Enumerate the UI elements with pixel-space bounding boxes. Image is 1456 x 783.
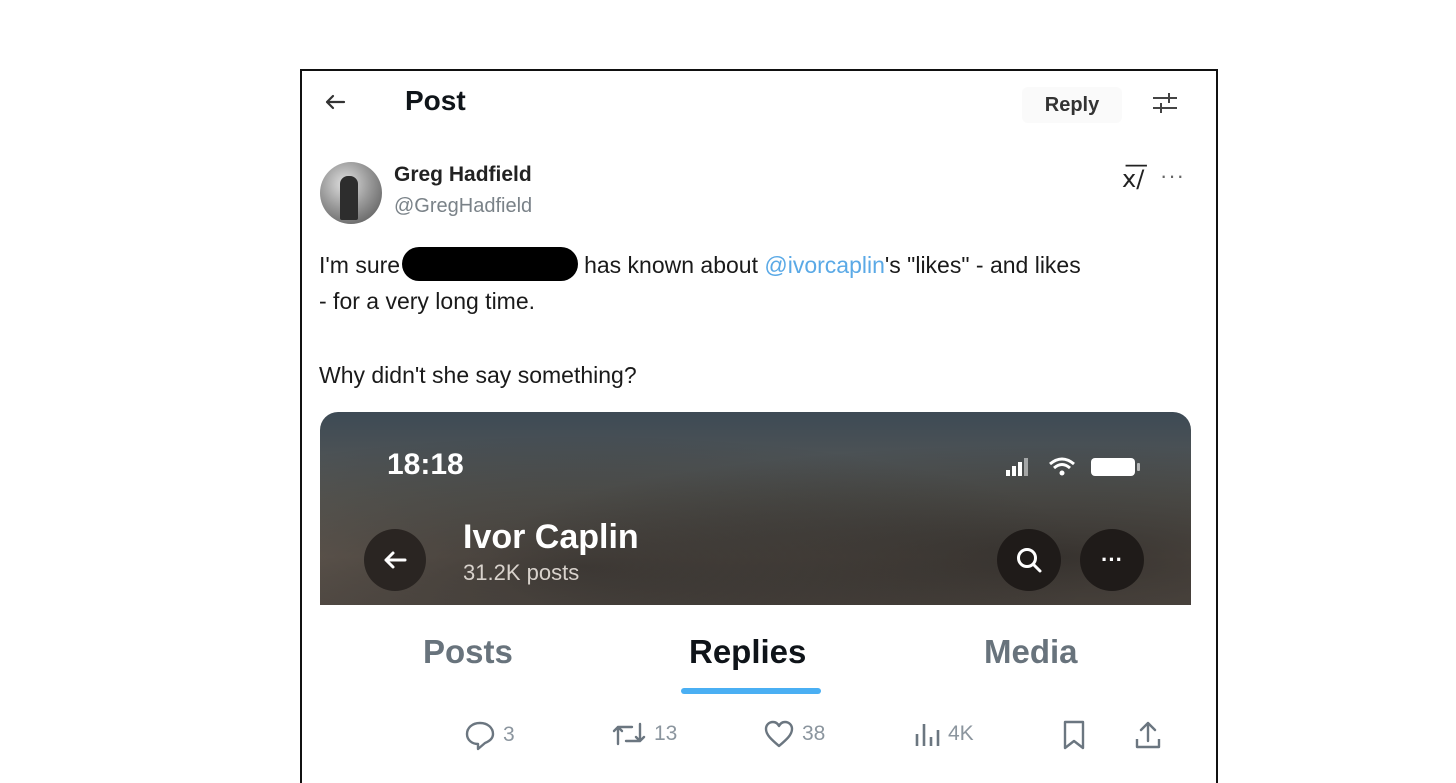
- repost-icon: [612, 722, 646, 746]
- embedded-more-button: ···: [1080, 529, 1144, 591]
- views-action: 4K: [912, 719, 974, 749]
- tweet-text-line-3: Why didn't she say something?: [319, 362, 637, 388]
- tweet-text-end: 's "likes" - and likes: [884, 252, 1081, 279]
- tab-media: Media: [984, 633, 1078, 670]
- share-icon: [1135, 721, 1161, 749]
- repost-count: 13: [654, 722, 678, 745]
- back-arrow-icon: [384, 551, 407, 569]
- tweet-text-prefix: I'm sure: [319, 252, 401, 279]
- comment-icon: [465, 721, 495, 751]
- status-bar-icons: [1006, 457, 1140, 476]
- mention-link[interactable]: @ivorcaplin: [764, 252, 885, 278]
- active-tab-indicator: [681, 688, 821, 694]
- like-count: 38: [802, 722, 826, 745]
- heart-icon: [764, 720, 794, 748]
- grok-icon[interactable]: x͞/: [1122, 165, 1144, 193]
- embedded-profile-name: Ivor Caplin: [463, 518, 639, 556]
- like-action: 38: [762, 719, 825, 749]
- reply-count: 3: [503, 723, 515, 746]
- back-arrow-icon[interactable]: [322, 89, 348, 115]
- bookmark-icon: [1063, 720, 1085, 750]
- tweet-text-middle: has known about: [584, 252, 758, 279]
- share-action: [1133, 719, 1163, 751]
- analytics-icon: [915, 724, 940, 746]
- reply-button[interactable]: Reply: [1022, 87, 1122, 123]
- tab-replies: Replies: [689, 633, 807, 670]
- tweet-text-line-1: I'm sure has known about @ivorcaplin's "l…: [319, 247, 1081, 284]
- author-name[interactable]: Greg Hadfield: [394, 163, 532, 187]
- views-count: 4K: [948, 722, 974, 745]
- avatar[interactable]: [320, 162, 382, 224]
- repost-action: 13: [610, 719, 677, 749]
- tab-posts: Posts: [423, 633, 513, 670]
- sliders-icon[interactable]: [1150, 89, 1180, 117]
- reply-action: 3: [463, 719, 515, 751]
- page-title: Post: [405, 85, 466, 116]
- embedded-profile-header: 18:18 Ivor Caplin 31.2K posts ···: [320, 412, 1191, 605]
- embedded-action-bar: 3 13 38 4K: [320, 700, 1191, 783]
- embedded-posts-count: 31.2K posts: [463, 560, 580, 585]
- embedded-search-button: [997, 529, 1061, 591]
- author-handle[interactable]: @GregHadfield: [394, 195, 532, 218]
- post-frame: Post Reply Greg Hadfield @GregHadfield x…: [300, 69, 1218, 783]
- embedded-back-button: [364, 529, 426, 591]
- embedded-image[interactable]: 18:18 Ivor Caplin 31.2K posts ··· Posts …: [320, 412, 1191, 783]
- more-icon[interactable]: ···: [1160, 163, 1185, 189]
- search-icon: [1017, 548, 1042, 573]
- tweet-text-line-2: - for a very long time.: [319, 288, 536, 314]
- status-time: 18:18: [387, 448, 464, 481]
- bookmark-action: [1060, 719, 1088, 751]
- embedded-tabs: Posts Replies Media: [320, 605, 1191, 701]
- redaction-bar: [402, 247, 579, 281]
